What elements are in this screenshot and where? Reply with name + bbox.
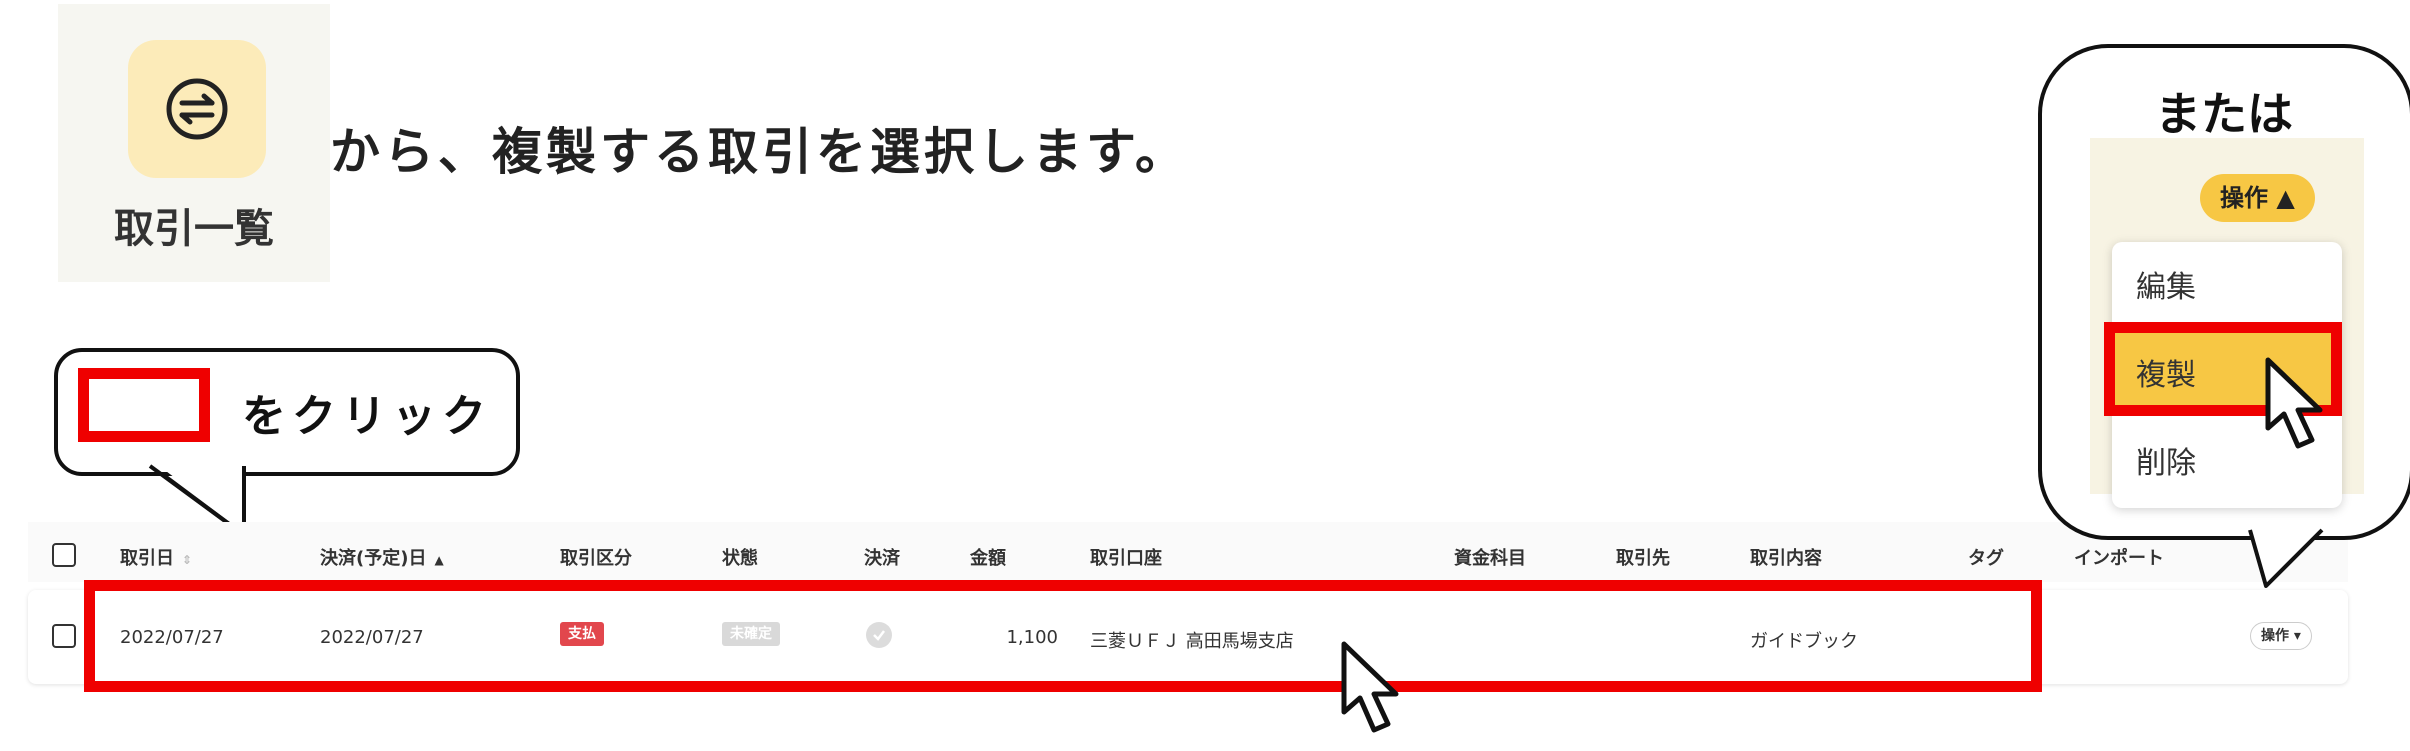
col-header-fund-item: 資金科目	[1454, 548, 1526, 569]
row-action-button[interactable]: 操作 ▾	[2250, 622, 2312, 650]
col-header-date[interactable]: 取引日 ⇕	[120, 544, 192, 570]
sort-icon[interactable]: ⇕	[182, 553, 192, 567]
row-highlight-box	[84, 580, 2042, 692]
callout-right-title: または	[2155, 87, 2293, 141]
menu-item-edit[interactable]: 編集	[2136, 262, 2196, 306]
callout-left-text: をクリック	[242, 391, 492, 442]
col-header-account: 取引口座	[1090, 548, 1162, 569]
operations-button[interactable]: 操作 ▲	[2200, 174, 2315, 222]
col-header-status: 状態	[722, 548, 758, 569]
sort-asc-icon[interactable]: ▲	[434, 553, 443, 567]
row-checkbox[interactable]	[52, 624, 76, 648]
menu-item-delete[interactable]: 削除	[2136, 438, 2196, 482]
col-header-content: 取引内容	[1750, 548, 1822, 569]
callout-highlight-box	[78, 368, 210, 442]
col-header-amount: 金額	[970, 548, 1006, 569]
col-header-tag: タグ	[1968, 548, 2004, 569]
cursor-icon	[1341, 641, 1399, 733]
col-header-settle-date[interactable]: 決済(予定)日 ▲	[320, 544, 444, 570]
col-header-import: インポート	[2074, 548, 2164, 569]
col-header-settlement: 決済	[864, 548, 900, 569]
cursor-icon	[2265, 357, 2323, 449]
col-header-partner: 取引先	[1616, 548, 1670, 569]
col-header-category: 取引区分	[560, 548, 632, 569]
select-all-checkbox[interactable]	[52, 543, 76, 567]
